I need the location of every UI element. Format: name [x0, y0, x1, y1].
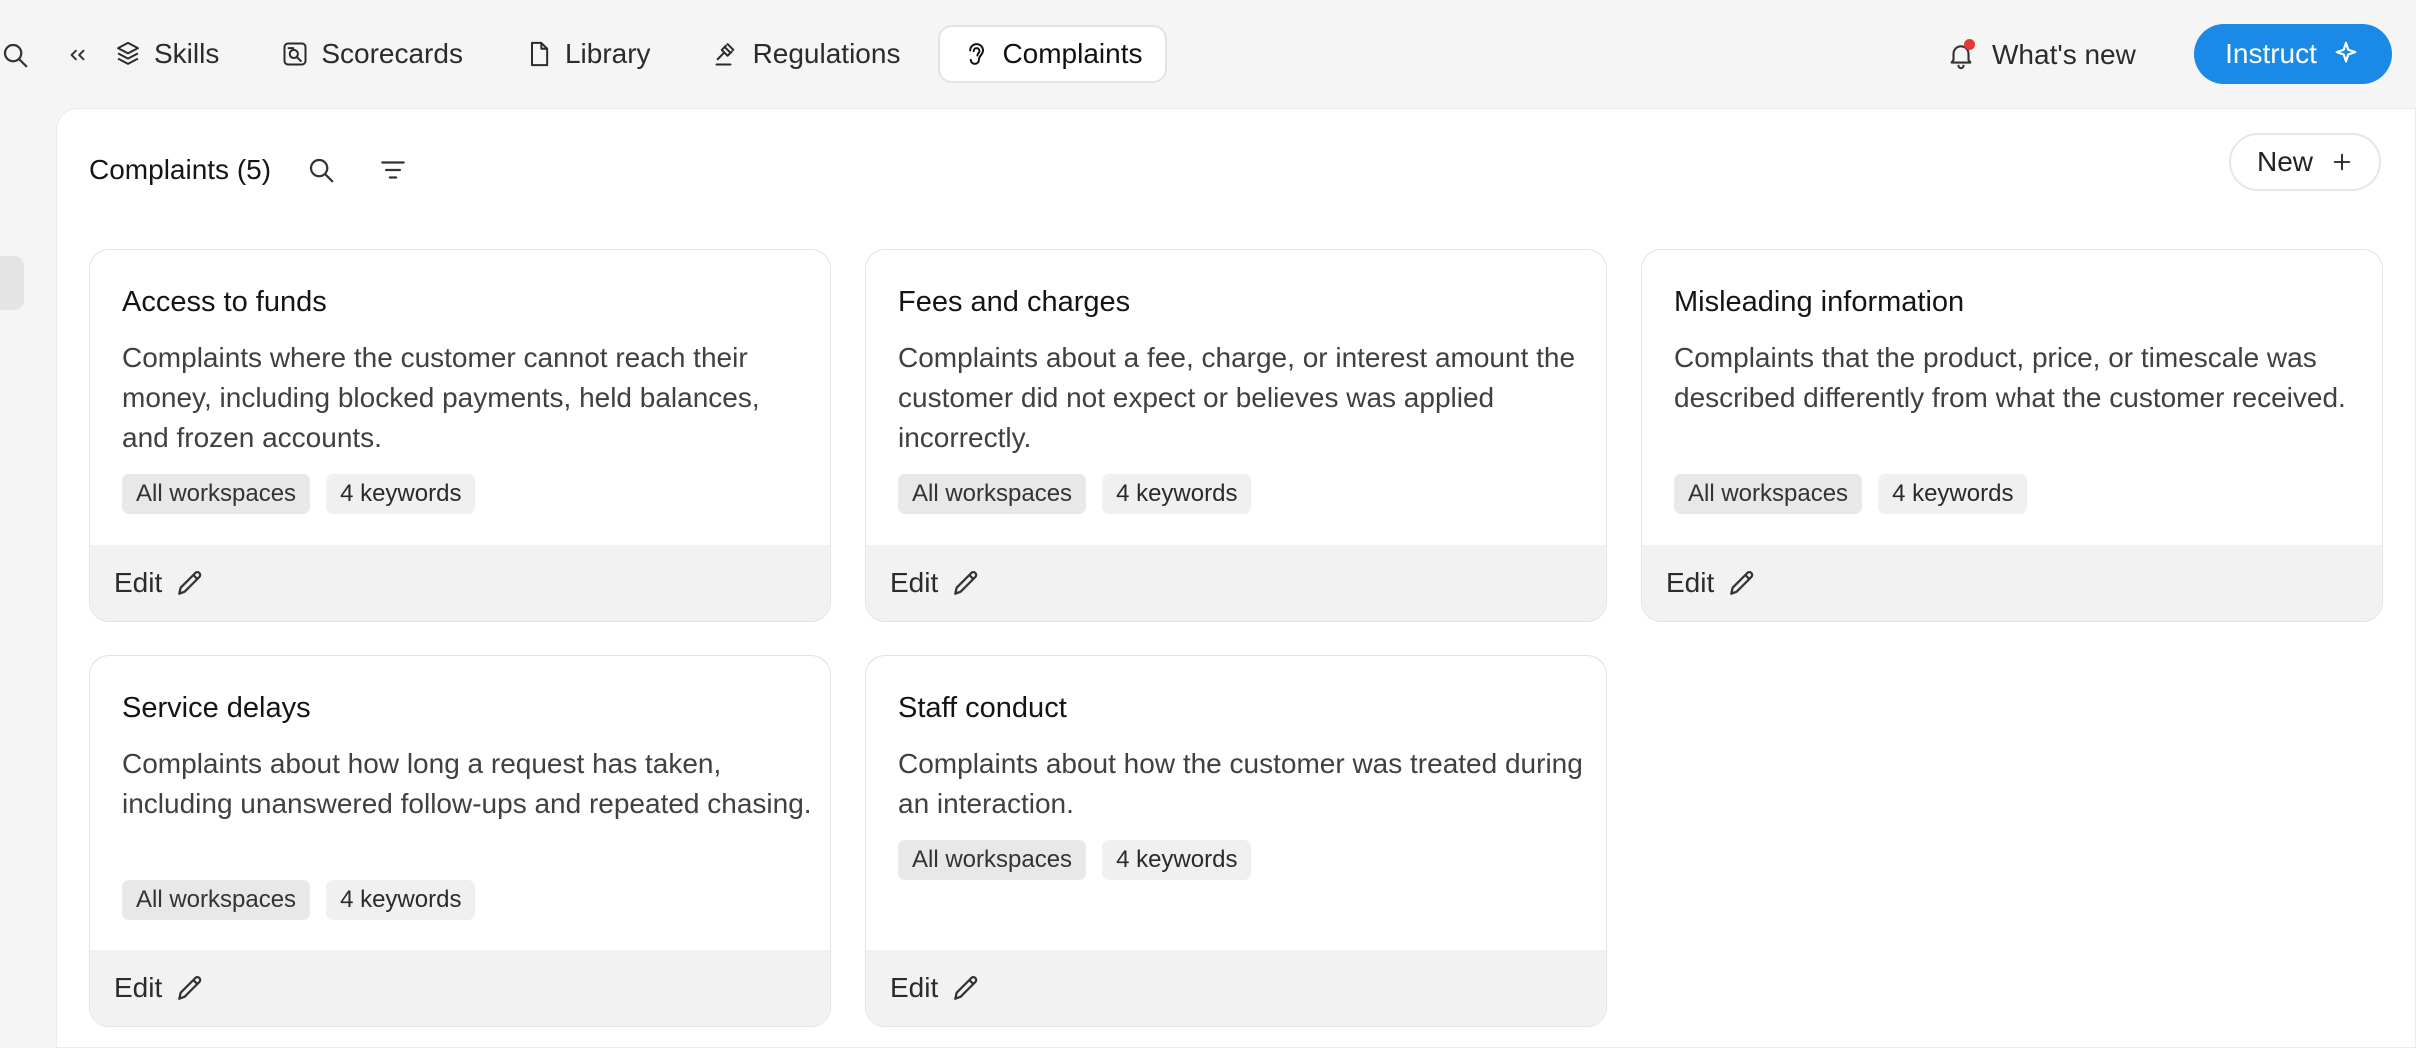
edit-button[interactable]: Edit	[90, 950, 830, 1026]
keywords-badge: 4 keywords	[326, 880, 476, 920]
filter-icon[interactable]	[373, 150, 413, 190]
pencil-icon	[174, 567, 206, 599]
search-icon[interactable]	[301, 150, 341, 190]
keywords-badge: 4 keywords	[1878, 474, 2028, 514]
tab-label: Skills	[154, 38, 220, 69]
edit-label: Edit	[114, 972, 163, 1003]
complaint-card-fees-and-charges: Fees and charges Complaints about a fee,…	[865, 249, 1607, 622]
page-title: Complaints (5)	[89, 154, 272, 185]
plus-icon	[2331, 151, 2353, 173]
tab-label: Regulations	[752, 38, 901, 69]
tab-regulations[interactable]: Regulations	[689, 25, 925, 83]
edit-button[interactable]: Edit	[866, 545, 1606, 621]
card-badges: All workspaces 4 keywords	[898, 840, 1252, 880]
new-label: New	[2256, 146, 2313, 177]
edit-label: Edit	[890, 567, 939, 598]
card-title: Access to funds	[122, 286, 327, 318]
workspace-badge: All workspaces	[122, 880, 311, 920]
edit-label: Edit	[890, 972, 939, 1003]
tab-library[interactable]: Library	[501, 25, 675, 83]
card-title: Service delays	[122, 692, 311, 724]
keywords-badge: 4 keywords	[1102, 474, 1252, 514]
pencil-icon	[1726, 567, 1758, 599]
complaints-panel: Complaints (5) New Access to funds Compl…	[56, 108, 2416, 1048]
edit-label: Edit	[114, 567, 163, 598]
search-icon[interactable]	[0, 40, 30, 70]
sparkle-icon	[2331, 39, 2361, 69]
workspace-badge: All workspaces	[122, 474, 311, 514]
tab-skills[interactable]: Skills	[90, 25, 243, 83]
cube-icon	[114, 40, 142, 68]
sidebar-handle[interactable]	[0, 256, 24, 310]
workspace-badge: All workspaces	[898, 474, 1087, 514]
complaint-card-staff-conduct: Staff conduct Complaints about how the c…	[865, 655, 1607, 1027]
tab-complaints[interactable]: Complaints	[938, 25, 1167, 83]
card-title: Fees and charges	[898, 286, 1131, 318]
ear-icon	[962, 40, 990, 68]
workspace-badge: All workspaces	[1674, 474, 1863, 514]
edit-button[interactable]: Edit	[90, 545, 830, 621]
pencil-icon	[950, 567, 982, 599]
card-badges: All workspaces 4 keywords	[122, 880, 476, 920]
whats-new-label: What's new	[1992, 39, 2136, 70]
collapse-sidebar-chevrons-icon[interactable]	[64, 40, 90, 70]
card-badges: All workspaces 4 keywords	[122, 474, 476, 514]
whats-new-button[interactable]: What's new	[1946, 26, 2136, 84]
pencil-icon	[950, 972, 982, 1004]
tab-label: Complaints	[1002, 38, 1143, 69]
card-badges: All workspaces 4 keywords	[898, 474, 1252, 514]
card-badges: All workspaces 4 keywords	[1674, 474, 2028, 514]
file-icon	[525, 40, 553, 68]
complaint-card-service-delays: Service delays Complaints about how long…	[89, 655, 831, 1027]
edit-label: Edit	[1666, 567, 1715, 598]
card-description: Complaints where the customer cannot rea…	[122, 342, 760, 453]
complaint-card-access-to-funds: Access to funds Complaints where the cus…	[89, 249, 831, 622]
bell-icon	[1946, 39, 1976, 70]
workspace-badge: All workspaces	[898, 840, 1087, 880]
panel-header: Complaints (5)	[89, 145, 413, 195]
card-description: Complaints about how the customer was tr…	[898, 748, 1583, 819]
keywords-badge: 4 keywords	[1102, 840, 1252, 880]
card-description: Complaints about how long a request has …	[122, 748, 812, 819]
complaint-card-misleading-information: Misleading information Complaints that t…	[1641, 249, 2383, 622]
edit-button[interactable]: Edit	[1642, 545, 2382, 621]
tab-label: Library	[564, 38, 651, 69]
card-description: Complaints that the product, price, or t…	[1674, 342, 2346, 413]
tab-scorecards[interactable]: Scorecards	[257, 25, 487, 83]
tab-bar: Skills Scorecards Library Regulations Co…	[90, 24, 1167, 84]
scorecard-icon	[281, 40, 309, 68]
keywords-badge: 4 keywords	[326, 474, 476, 514]
notification-dot	[1964, 39, 1975, 50]
edit-button[interactable]: Edit	[866, 950, 1606, 1026]
instruct-button[interactable]: Instruct	[2194, 24, 2392, 84]
card-title: Staff conduct	[898, 692, 1067, 724]
top-navigation-bar: Skills Scorecards Library Regulations Co…	[0, 0, 2416, 108]
new-complaint-button[interactable]: New	[2229, 133, 2381, 191]
gavel-icon	[713, 40, 741, 68]
pencil-icon	[174, 972, 206, 1004]
card-title: Misleading information	[1674, 286, 1965, 318]
card-description: Complaints about a fee, charge, or inter…	[898, 342, 1576, 453]
instruct-label: Instruct	[2225, 38, 2317, 69]
tab-label: Scorecards	[321, 38, 463, 69]
